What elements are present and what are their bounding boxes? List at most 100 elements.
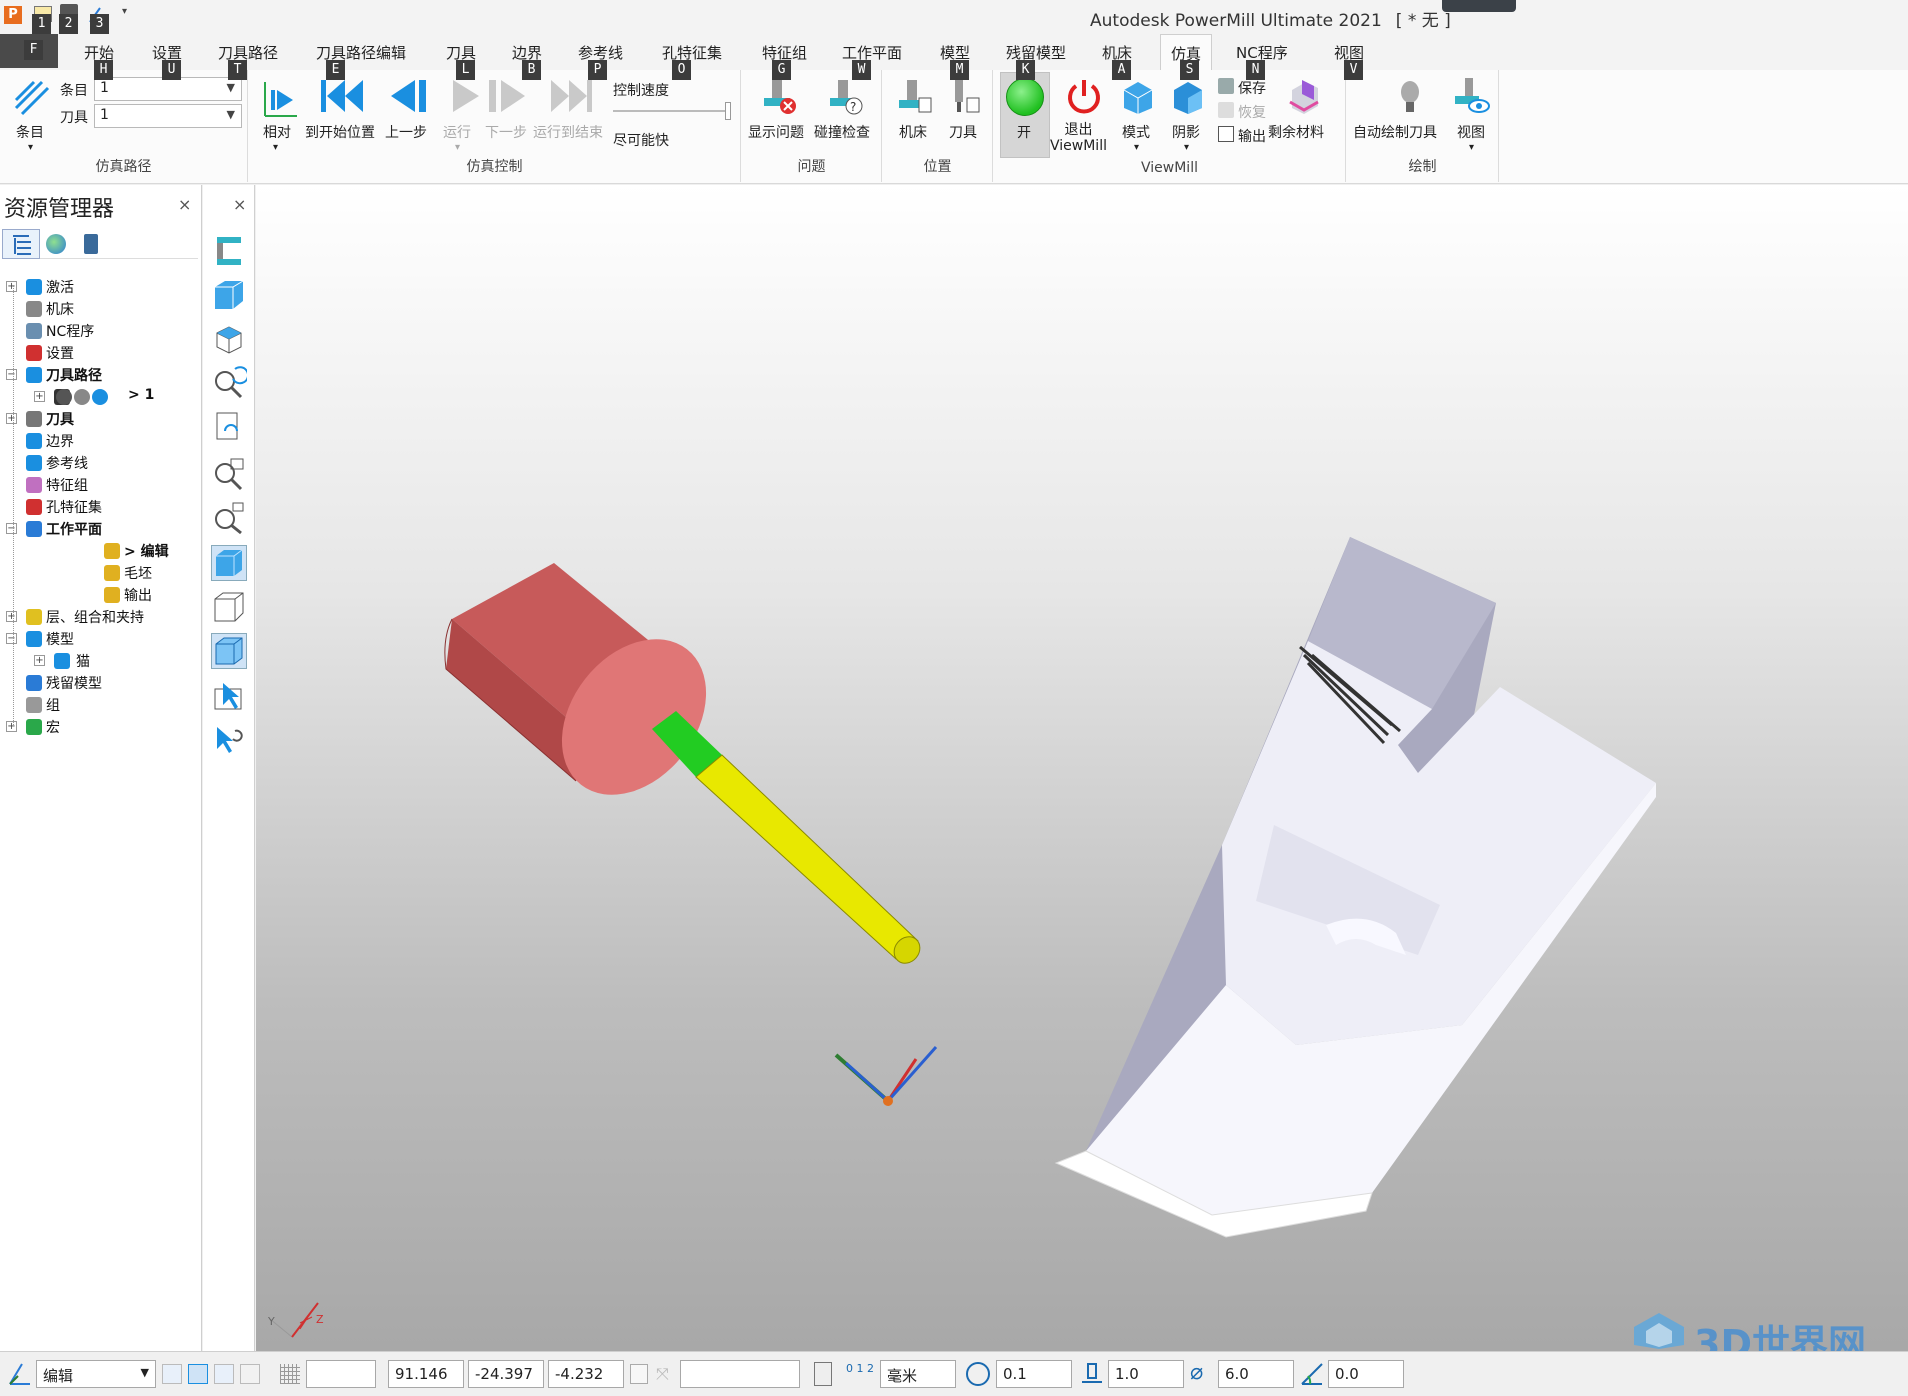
tree-item[interactable]: 宏 — [46, 717, 60, 737]
bulb-icon[interactable] — [74, 389, 90, 405]
wand-icon[interactable]: ⤧ — [656, 1364, 676, 1384]
relative-dropdown-icon[interactable]: ▾ — [273, 142, 278, 153]
prev-step-icon[interactable] — [385, 76, 431, 116]
grid-icon[interactable] — [280, 1364, 300, 1384]
collision-check-icon[interactable]: ? — [824, 76, 866, 118]
tab-7[interactable]: 孔特征集 — [662, 42, 722, 63]
next-step-icon[interactable] — [485, 76, 531, 116]
entry-icon[interactable] — [12, 78, 52, 118]
output-label[interactable]: 输出 — [1238, 126, 1266, 146]
entry-button-label[interactable]: 条目 — [16, 122, 44, 142]
angle-field[interactable]: 0.0 — [1328, 1360, 1404, 1388]
blank-field[interactable] — [306, 1360, 376, 1388]
shade-label[interactable]: 阴影 — [1172, 122, 1200, 142]
collision-check-label[interactable]: 碰撞检查 — [814, 122, 870, 142]
globe-icon[interactable] — [46, 234, 66, 254]
expand-icon[interactable]: + — [34, 655, 45, 666]
run-dropdown-icon[interactable]: ▾ — [455, 142, 460, 153]
tree-item[interactable]: 机床 — [46, 299, 74, 319]
tree-item[interactable]: 猫 — [76, 651, 90, 671]
tab-2[interactable]: 刀具路径 — [218, 42, 278, 63]
tree-item[interactable]: 孔特征集 — [46, 497, 102, 517]
tool-settings-icon[interactable] — [92, 389, 108, 405]
list-icon[interactable] — [630, 1364, 648, 1384]
expand-icon[interactable]: + — [6, 281, 17, 292]
tree-item[interactable]: 输出 — [124, 585, 152, 605]
tool-position-icon[interactable] — [945, 76, 985, 118]
to-start-label[interactable]: 到开始位置 — [305, 122, 375, 142]
diameter-field[interactable]: 6.0 — [1218, 1360, 1294, 1388]
stepover-field[interactable]: 1.0 — [1108, 1360, 1184, 1388]
tree-item[interactable]: 边界 — [46, 431, 74, 451]
mode-label[interactable]: 模式 — [1122, 122, 1150, 142]
tree-item[interactable]: 刀具 — [46, 409, 74, 429]
show-problems-icon[interactable] — [758, 76, 800, 118]
run-to-end-icon[interactable] — [549, 76, 595, 116]
snap-icon-3[interactable] — [214, 1364, 234, 1384]
tree-item[interactable]: 毛坯 — [124, 563, 152, 583]
collapse-icon[interactable]: − — [6, 369, 17, 380]
zoom-rotate-icon[interactable] — [211, 365, 250, 401]
remaining-material-label[interactable]: 剩余材料 — [1268, 122, 1324, 142]
select-arrow-icon[interactable] — [211, 679, 247, 715]
top-cube-icon[interactable] — [211, 321, 247, 357]
tree-view-icon[interactable] — [2, 229, 40, 259]
tree-item[interactable]: 刀具路径 — [46, 365, 102, 385]
shade-dropdown-icon[interactable]: ▾ — [1184, 142, 1189, 153]
speed-slider-thumb[interactable] — [725, 102, 731, 120]
tree-item[interactable]: > 编辑 — [124, 541, 169, 561]
tree-item[interactable]: 激活 — [46, 277, 74, 297]
calculator-icon[interactable] — [814, 1362, 832, 1386]
z-coordinate-field[interactable]: -4.232 — [548, 1360, 624, 1388]
tree-item[interactable]: 残留模型 — [46, 673, 102, 693]
x-coordinate-field[interactable]: 91.146 — [388, 1360, 464, 1388]
entry-select[interactable]: 1 ▼ — [94, 77, 242, 101]
relative-label[interactable]: 相对 — [263, 122, 291, 142]
run-label[interactable]: 运行 — [443, 122, 471, 142]
remaining-material-icon[interactable] — [1284, 76, 1324, 116]
tree-item[interactable]: 参考线 — [46, 453, 88, 473]
tree-item[interactable]: 层、组合和夹持 — [46, 607, 144, 627]
blank-field[interactable] — [680, 1360, 800, 1388]
shaded-wire-cube-icon[interactable] — [211, 633, 247, 669]
mode-dropdown-icon[interactable]: ▾ — [1134, 142, 1139, 153]
close-icon[interactable]: × — [178, 195, 191, 214]
graphics-viewport[interactable]: Y Z 3D世界网 — [256, 185, 1908, 1366]
view-icon[interactable] — [1451, 76, 1491, 118]
app-logo-icon[interactable]: P — [4, 6, 22, 24]
close-icon[interactable]: × — [233, 195, 246, 214]
window-control-icon[interactable] — [1442, 0, 1516, 12]
zoom-box-icon[interactable] — [211, 499, 247, 535]
entry-dropdown-icon[interactable]: ▾ — [28, 142, 33, 153]
tool-select[interactable]: 1 ▼ — [94, 104, 242, 128]
tree-item[interactable]: 组 — [46, 695, 60, 715]
relative-icon[interactable] — [261, 76, 301, 120]
zoom-fit-icon[interactable] — [211, 455, 247, 491]
to-start-icon[interactable] — [319, 76, 365, 116]
collapse-icon[interactable]: − — [6, 633, 17, 644]
autodraw-tool-icon[interactable] — [1395, 78, 1425, 116]
collapse-icon[interactable]: − — [6, 523, 17, 534]
tree-item[interactable]: 设置 — [46, 343, 74, 363]
tree-item[interactable]: NC程序 — [46, 321, 94, 341]
speed-slider[interactable] — [613, 110, 731, 112]
expand-icon[interactable]: + — [6, 611, 17, 622]
check-icon[interactable] — [56, 389, 72, 405]
snap-icon-1[interactable] — [162, 1364, 182, 1384]
tab-9[interactable]: 工作平面 — [842, 42, 902, 63]
machine-position-label[interactable]: 机床 — [899, 122, 927, 142]
trash-icon[interactable] — [84, 234, 98, 254]
machine-position-icon[interactable] — [895, 76, 935, 118]
view-dropdown-icon[interactable]: ▾ — [1469, 142, 1474, 153]
wireframe-cube-icon[interactable] — [211, 589, 247, 625]
tab-11[interactable]: 残留模型 — [1006, 42, 1066, 63]
autodraw-tool-label[interactable]: 自动绘制刀具 — [1353, 122, 1437, 142]
refresh-page-icon[interactable] — [211, 409, 247, 445]
customize-qat-icon[interactable]: ▾ — [122, 6, 127, 17]
y-coordinate-field[interactable]: -24.397 — [468, 1360, 544, 1388]
workplane-select[interactable]: 编辑 ▼ — [36, 1360, 156, 1388]
prev-step-label[interactable]: 上一步 — [385, 122, 427, 142]
exit-viewmill-icon[interactable] — [1064, 76, 1104, 116]
restore-state-label[interactable]: 恢复 — [1238, 102, 1266, 122]
save-state-icon[interactable] — [1218, 78, 1234, 94]
